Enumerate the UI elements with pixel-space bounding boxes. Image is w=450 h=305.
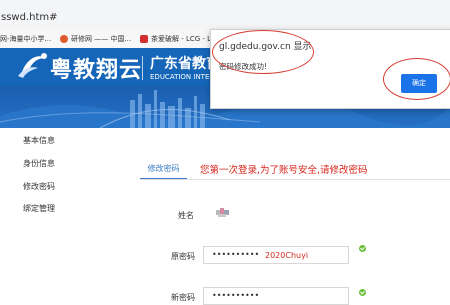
org-name-en: EDUCATION INTEG [150,73,215,81]
avatar [216,208,229,217]
bookmark-label: 茶爱破解 - LCG - L [151,35,212,43]
sidebar-item-label: 基本信息 [23,136,55,145]
header-divider [142,56,143,80]
sidebar-item-label: 身份信息 [23,159,55,168]
bookmark-item[interactable]: 研修网 —— 中国... [60,33,131,45]
old-password-mask: •••••••••• [212,250,260,259]
bookmark-item[interactable]: 茶爱破解 - LCG - L [140,33,211,45]
yanxiu-icon [60,35,68,43]
sidebar-item-basic-info[interactable]: 基本信息 [23,135,55,146]
first-login-notice: 您第一次登录,为了账号安全,请修改密码 [200,165,368,176]
brand-name: 粤教翔云 [50,58,143,83]
sidebar-item-identity-info[interactable]: 身份信息 [23,158,55,169]
old-password-value: 2020Chuyi [265,251,309,260]
yuejiao-logo-icon [18,53,47,78]
valid-check-icon [359,245,366,252]
crack-site-icon [140,35,148,43]
old-password-label: 原密码 [171,252,195,261]
sidebar-item-label: 绑定管理 [23,204,55,213]
tab-underline [140,179,450,180]
annotation-circle-ok-button [383,58,450,100]
bookmark-item[interactable]: 网-海量中小学... [0,33,51,45]
bookmark-label: 网-海量中小学... [0,35,52,43]
sidebar-item-binding[interactable]: 绑定管理 [23,203,55,214]
name-label: 姓名 [178,211,194,220]
valid-check-icon [359,289,366,296]
old-password-field[interactable]: •••••••••• 2020Chuyi [203,246,349,264]
url-text[interactable]: sswd.htm# [1,12,58,23]
tab-change-password[interactable]: 修改密码 [140,160,187,180]
new-password-field[interactable]: •••••••••• [203,287,349,305]
address-bar[interactable]: sswd.htm# [0,0,450,31]
sidebar-item-change-password[interactable]: 修改密码 [23,181,55,192]
new-password-label: 新密码 [171,293,195,302]
bookmark-label: 研修网 —— 中国... [71,35,132,43]
sidebar-item-label: 修改密码 [23,182,55,191]
annotation-circle-dialog-text [212,30,314,74]
new-password-mask: •••••••••• [212,291,260,300]
